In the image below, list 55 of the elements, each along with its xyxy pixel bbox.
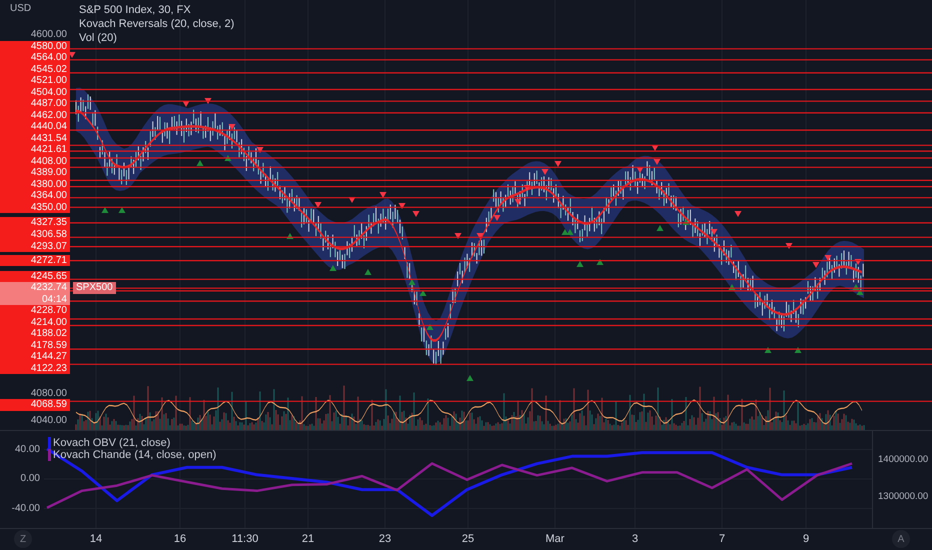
price-level-label: 4564.00	[0, 52, 70, 64]
time-axis-label: 25	[462, 533, 474, 545]
legend-label: Kovach OBV (21, close)	[48, 437, 216, 449]
price-level-label: 4178.59	[0, 340, 70, 352]
price-level-label: 4487.00	[0, 98, 70, 110]
price-level-label: 4245.65	[0, 270, 70, 282]
axis-label: 40.00	[14, 444, 40, 456]
price-axis-label: 4600.00	[30, 29, 68, 41]
time-axis-label: 16	[174, 533, 186, 545]
price-level-label: 4545.02	[0, 64, 70, 76]
price-level-label: 4440.04	[0, 121, 70, 133]
legend-label: S&P 500 Index, 30, FX	[79, 3, 192, 17]
price-level-label: 4188.02	[0, 328, 70, 340]
price-level-label: 4068.59	[0, 399, 70, 411]
bar-countdown: 04:14	[40, 294, 67, 306]
axis-label: 1300000.00	[878, 491, 928, 503]
price-level-label: 4521.00	[0, 75, 70, 87]
price-level-label: 4293.07	[0, 240, 70, 252]
time-axis-label: 3	[632, 533, 638, 545]
price-level-label: 4408.00	[0, 156, 70, 168]
time-axis-label: 11:30	[232, 533, 258, 545]
time-axis-label: 14	[90, 533, 102, 545]
legend-label: Vol (20)	[79, 31, 118, 45]
price-axis-label: 4080.00	[30, 388, 68, 400]
legend-label: Kovach Reversals (20, close, 2)	[79, 17, 234, 31]
axis-label: 1400000.00	[878, 454, 928, 466]
time-axis-label: 23	[378, 533, 392, 545]
price-level-label: 4389.00	[0, 167, 70, 179]
price-level-label: 4122.23	[0, 362, 70, 374]
axis-label: 0.00	[20, 473, 40, 485]
price-level-label: 4350.00	[0, 202, 70, 214]
price-level-label: 4214.00	[0, 316, 70, 328]
auto-scale-button[interactable]: A	[892, 530, 910, 548]
time-axis-label: 9	[802, 533, 810, 545]
price-level-label: 4306.58	[0, 229, 70, 241]
price-level-label: 4327.35	[0, 217, 70, 229]
currency-label: USD	[10, 3, 32, 14]
price-axis-label: 4040.00	[30, 415, 68, 427]
time-axis-label: 21	[302, 533, 314, 545]
price-level-label: 4380.00	[0, 178, 70, 190]
time-axis-label: 7	[718, 533, 726, 545]
price-level-label: 4462.00	[0, 110, 70, 122]
price-level-label: 4144.27	[0, 351, 70, 363]
price-level-label: 4364.00	[0, 190, 70, 202]
reset-scale-button[interactable]: Z	[14, 530, 32, 548]
current-price-label: 4232.74	[30, 282, 67, 294]
price-level-label: 4504.00	[0, 86, 70, 98]
price-level-label: 4228.70	[0, 305, 70, 317]
time-axis-label: Mar	[546, 533, 564, 545]
symbol-tag: SPX500	[73, 282, 116, 294]
price-level-label: 4431.54	[0, 132, 70, 144]
price-level-label: 4272.71	[0, 254, 70, 266]
price-level-label: 4580.00	[0, 40, 70, 52]
axis-label: -40.00	[12, 502, 40, 514]
price-level-label: 4421.61	[0, 144, 70, 156]
